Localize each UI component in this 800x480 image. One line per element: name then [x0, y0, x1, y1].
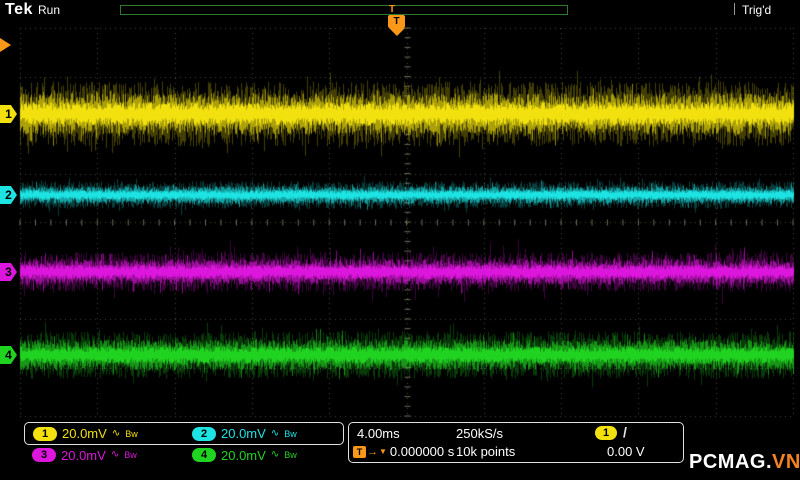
- channel-3-readout: 3 20.0mV ∿ Bw: [24, 448, 184, 463]
- header-divider: [734, 3, 735, 15]
- channel-1-scale: 20.0mV: [62, 426, 107, 441]
- bandwidth-limit-icon: Bw: [124, 450, 137, 460]
- channel-4-badge: 4: [192, 448, 216, 462]
- record-view-trigger-marker: T: [389, 5, 395, 15]
- oscilloscope-screen: Tek Run T Trig'd T 1 2 3 4 1 20.0mV ∿ Bw…: [0, 0, 800, 480]
- channel-2-scale: 20.0mV: [221, 426, 266, 441]
- channel-3-badge: 3: [32, 448, 56, 462]
- ac-coupling-icon: ∿: [271, 429, 279, 439]
- orange-edge-marker-icon: [0, 38, 11, 52]
- watermark-brand: PCMAG.: [689, 451, 772, 473]
- channel-readouts-row2: 3 20.0mV ∿ Bw 4 20.0mV ∿ Bw: [24, 447, 344, 463]
- channel-4-scale: 20.0mV: [221, 448, 266, 463]
- trigger-slope-icon: /: [623, 424, 627, 440]
- waveform-display: [0, 0, 800, 480]
- trigger-t-badge: T: [388, 15, 405, 28]
- trigger-t-badge-small: T: [353, 446, 366, 458]
- bandwidth-limit-icon: Bw: [284, 450, 297, 460]
- ac-coupling-icon: ∿: [112, 429, 120, 439]
- watermark: PCMAG.VN: [689, 451, 800, 474]
- bandwidth-limit-icon: Bw: [284, 429, 297, 439]
- channel-4-readout: 4 20.0mV ∿ Bw: [184, 448, 344, 463]
- ac-coupling-icon: ∿: [111, 450, 119, 460]
- acquisition-status: Run: [38, 3, 60, 17]
- channel-2-badge: 2: [192, 427, 216, 441]
- channel-readouts-box: 1 20.0mV ∿ Bw 2 20.0mV ∿ Bw: [24, 422, 344, 445]
- channel-1-badge: 1: [33, 427, 57, 441]
- horizontal-scale: 4.00ms: [357, 426, 400, 441]
- right-arrow-icon: →: [367, 446, 378, 458]
- trigger-time-readout: T → ▼ 0.000000 s: [353, 444, 454, 459]
- horizontal-trigger-box: 4.00ms 250kS/s 10k points T → ▼ 0.000000…: [348, 422, 684, 463]
- channel-2-readout: 2 20.0mV ∿ Bw: [184, 426, 343, 441]
- trigger-status: Trig'd: [742, 3, 771, 17]
- trigger-level: 0.00 V: [607, 444, 645, 459]
- tek-logo: Tek: [5, 1, 33, 19]
- record-view-bar: T: [120, 5, 568, 15]
- sample-rate: 250kS/s: [456, 426, 503, 441]
- trigger-arrow-icon: [389, 28, 405, 36]
- down-marker-icon: ▼: [379, 446, 387, 458]
- channel-3-scale: 20.0mV: [61, 448, 106, 463]
- trigger-position-marker: T: [388, 15, 405, 36]
- record-length: 10k points: [456, 444, 515, 459]
- channel-1-readout: 1 20.0mV ∿ Bw: [25, 426, 184, 441]
- trigger-source-badge: 1: [595, 426, 617, 440]
- trigger-time-value: 0.000000 s: [390, 444, 454, 459]
- watermark-tld: VN: [772, 451, 800, 473]
- ac-coupling-icon: ∿: [271, 450, 279, 460]
- bandwidth-limit-icon: Bw: [125, 429, 138, 439]
